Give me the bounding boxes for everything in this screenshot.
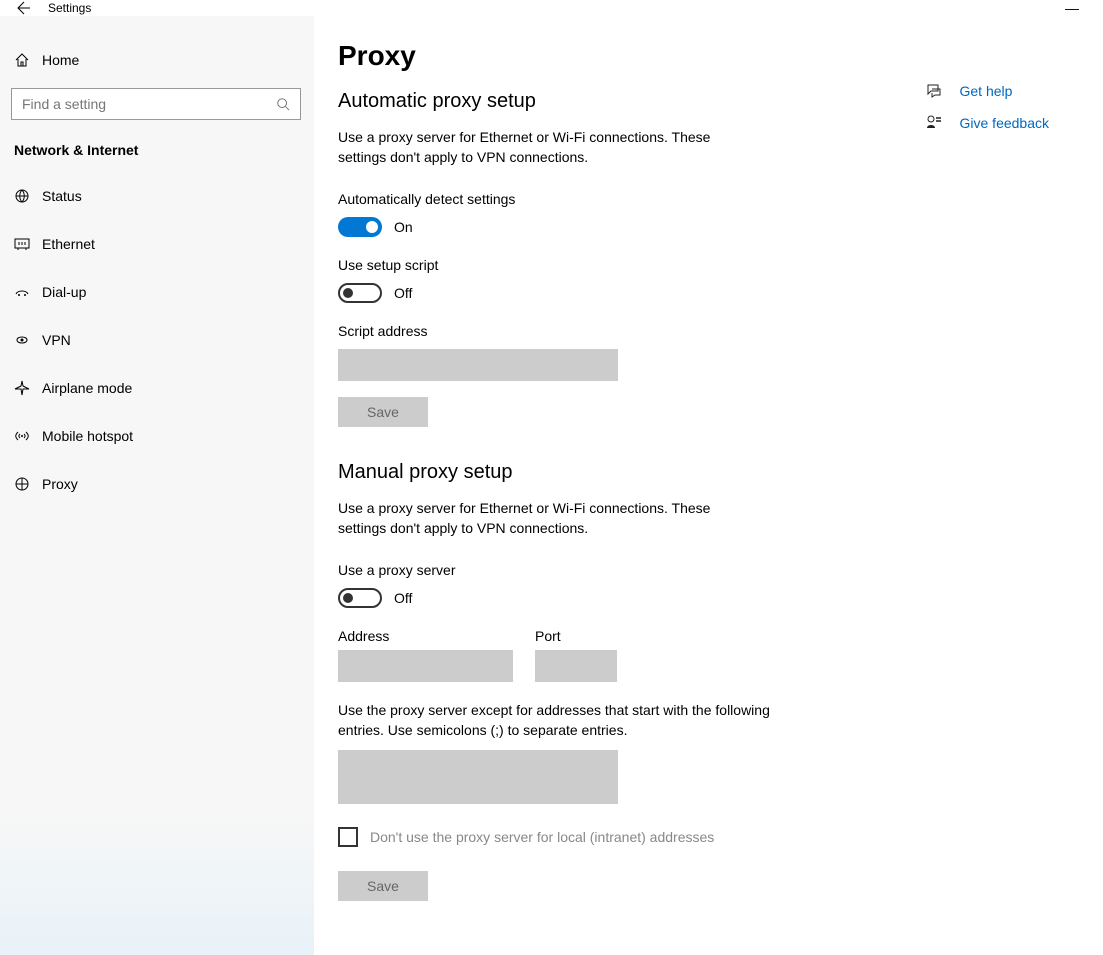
detect-toggle-state: On [394,219,413,235]
sidebar-item-label: Ethernet [42,236,95,252]
hotspot-icon [14,428,42,444]
setup-script-label: Use setup script [338,257,898,273]
detect-toggle[interactable] [338,217,382,237]
proxy-address-input[interactable] [338,650,513,682]
sidebar: Home Network & Internet Status Ethernet [0,16,314,955]
detect-label: Automatically detect settings [338,191,898,207]
search-icon [276,97,290,111]
chat-icon [924,82,944,100]
setup-script-toggle[interactable] [338,283,382,303]
manual-section-heading: Manual proxy setup [338,461,898,484]
home-nav[interactable]: Home [0,40,314,80]
script-address-input[interactable] [338,349,618,381]
sidebar-item-label: VPN [42,332,71,348]
manual-section-desc: Use a proxy server for Ethernet or Wi-Fi… [338,498,758,538]
auto-section-desc: Use a proxy server for Ethernet or Wi-Fi… [338,127,758,167]
setup-script-toggle-state: Off [394,285,412,301]
feedback-icon [924,114,944,132]
get-help-link[interactable]: Get help [924,82,1050,100]
sidebar-item-airplane[interactable]: Airplane mode [0,364,314,412]
page-title: Proxy [338,40,898,72]
sidebar-item-proxy[interactable]: Proxy [0,460,314,508]
search-box[interactable] [11,88,301,120]
vpn-icon [14,332,42,348]
sidebar-item-vpn[interactable]: VPN [0,316,314,364]
back-arrow-icon [16,0,32,16]
search-input[interactable] [22,96,276,112]
minimize-button[interactable]: — [1049,0,1095,16]
proxy-address-label: Address [338,628,513,644]
titlebar: Settings — [0,0,1103,16]
feedback-label: Give feedback [960,115,1050,131]
proxy-except-input[interactable] [338,750,618,804]
use-proxy-label: Use a proxy server [338,562,898,578]
dialup-icon [14,284,42,300]
manual-save-button[interactable]: Save [338,871,428,901]
proxy-except-label: Use the proxy server except for addresse… [338,700,778,740]
sidebar-item-hotspot[interactable]: Mobile hotspot [0,412,314,460]
ethernet-icon [14,236,42,252]
sidebar-item-label: Dial-up [42,284,86,300]
auto-save-button[interactable]: Save [338,397,428,427]
airplane-icon [14,380,42,396]
back-button[interactable] [8,0,40,16]
bypass-local-label: Don't use the proxy server for local (in… [370,829,714,845]
home-icon [14,52,42,68]
sidebar-item-label: Proxy [42,476,78,492]
auto-section-heading: Automatic proxy setup [338,90,898,113]
sidebar-item-label: Airplane mode [42,380,132,396]
feedback-link[interactable]: Give feedback [924,114,1050,132]
sidebar-item-label: Status [42,188,82,204]
home-label: Home [42,52,79,68]
use-proxy-toggle[interactable] [338,588,382,608]
bypass-local-checkbox[interactable] [338,827,358,847]
proxy-port-input[interactable] [535,650,617,682]
use-proxy-toggle-state: Off [394,590,412,606]
sidebar-item-label: Mobile hotspot [42,428,133,444]
sidebar-section-label: Network & Internet [0,128,314,172]
sidebar-item-dialup[interactable]: Dial-up [0,268,314,316]
proxy-icon [14,476,42,492]
script-address-label: Script address [338,323,898,339]
sidebar-item-ethernet[interactable]: Ethernet [0,220,314,268]
sidebar-item-status[interactable]: Status [0,172,314,220]
get-help-label: Get help [960,83,1013,99]
globe-icon [14,188,42,204]
window-title: Settings [48,1,91,15]
proxy-port-label: Port [535,628,617,644]
